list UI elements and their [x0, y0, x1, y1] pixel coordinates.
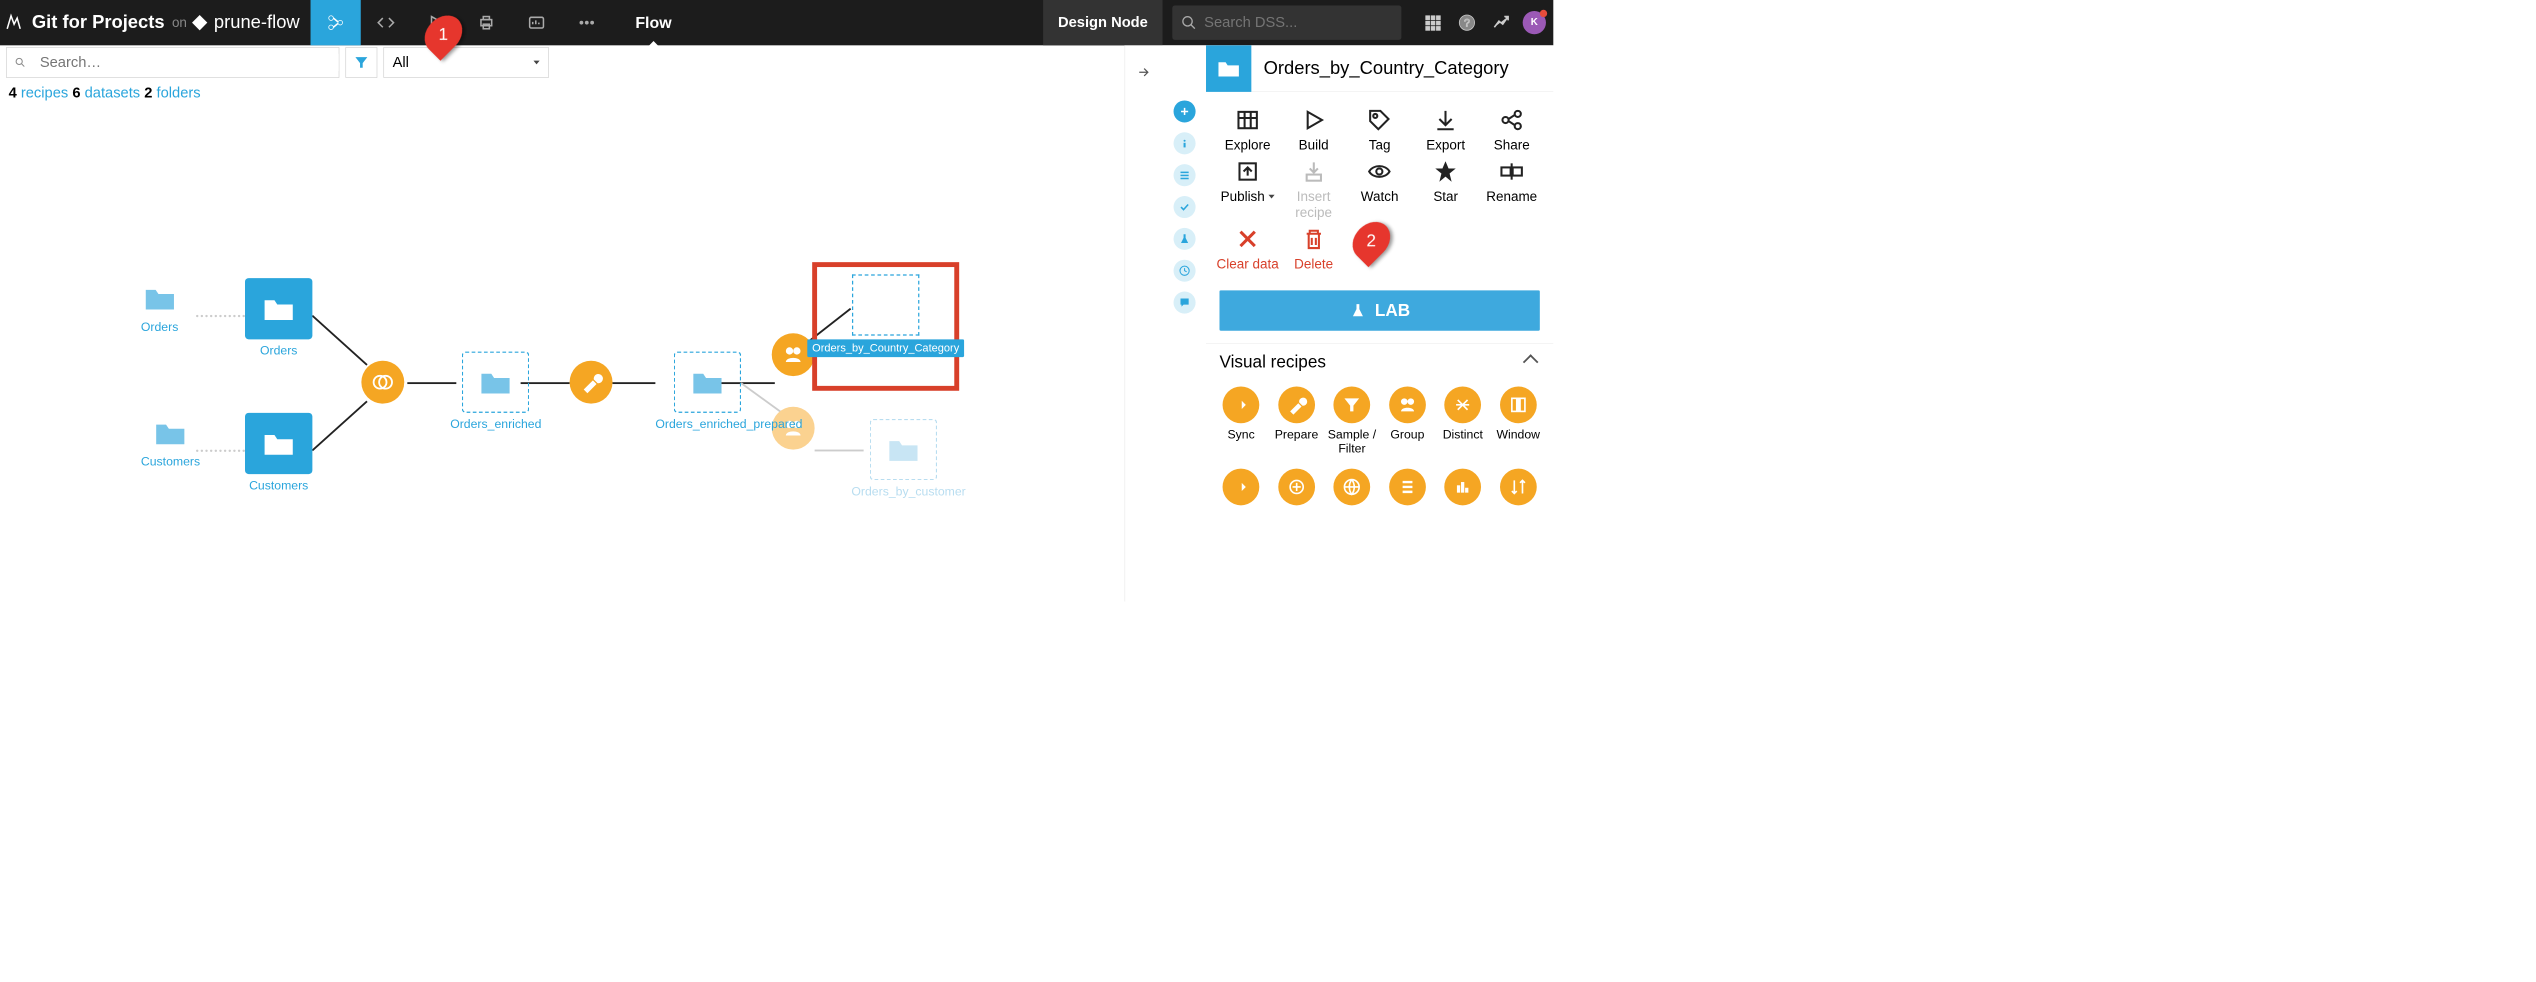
- star-action[interactable]: Star: [1413, 159, 1479, 220]
- node-orders-enriched[interactable]: Orders_enriched: [450, 352, 541, 432]
- filter-button[interactable]: [345, 47, 377, 78]
- spine-check-icon[interactable]: [1174, 196, 1196, 218]
- search-icon: [1181, 15, 1197, 31]
- node-orders-enriched-prepared[interactable]: Orders_enriched_prepared: [655, 352, 759, 432]
- edge: [613, 382, 656, 384]
- recipe-group[interactable]: Group: [1380, 386, 1435, 456]
- explore-action[interactable]: Explore: [1215, 108, 1281, 153]
- spine-history-icon[interactable]: [1174, 260, 1196, 282]
- apps-icon[interactable]: [1423, 13, 1441, 31]
- edge: [196, 315, 245, 317]
- svg-text:?: ?: [1464, 17, 1470, 29]
- recipe-window[interactable]: Window: [1491, 386, 1546, 456]
- publish-action[interactable]: Publish: [1215, 159, 1281, 220]
- visual-recipes-header[interactable]: Visual recipes: [1206, 343, 1553, 380]
- recipes-link[interactable]: recipes: [21, 85, 68, 102]
- callout-2: 2: [1345, 214, 1398, 267]
- clear-data-action[interactable]: Clear data: [1215, 227, 1281, 272]
- right-panel: Orders_by_Country_Category Explore Build…: [1125, 45, 1554, 601]
- recipe-join[interactable]: [361, 361, 404, 404]
- recipe-prepare[interactable]: [570, 361, 613, 404]
- nav-flow-icon[interactable]: [311, 0, 361, 45]
- node-orders-source[interactable]: Orders: [141, 284, 178, 334]
- recipe-extra-4[interactable]: [1380, 469, 1435, 506]
- edge: [312, 401, 368, 452]
- nav-print-icon[interactable]: [461, 0, 511, 45]
- design-node-button[interactable]: Design Node: [1043, 0, 1162, 45]
- insert-recipe-action: Insert recipe: [1281, 159, 1347, 220]
- project-title[interactable]: Git for Projects: [28, 12, 168, 33]
- recipe-distinct[interactable]: Distinct: [1435, 386, 1490, 456]
- delete-action[interactable]: Delete: [1281, 227, 1347, 272]
- node-orders-by-customer[interactable]: Orders_by_customer: [851, 419, 955, 499]
- rename-action[interactable]: Rename: [1479, 159, 1545, 220]
- top-bar: Git for Projects on prune-flow Flow Desi…: [0, 0, 1553, 45]
- collapse-panel-icon[interactable]: [1129, 55, 1160, 89]
- filter-select[interactable]: All: [383, 47, 548, 78]
- spine-lab-icon[interactable]: [1174, 228, 1196, 250]
- spine-comment-icon[interactable]: [1174, 292, 1196, 314]
- recipe-prepare[interactable]: Prepare: [1269, 386, 1324, 456]
- spine-list-icon[interactable]: [1174, 164, 1196, 186]
- flow-canvas[interactable]: Orders Customers Orders Customers Orders…: [0, 107, 1125, 573]
- recipe-extra-2[interactable]: [1269, 469, 1324, 506]
- folder-icon: [1206, 45, 1251, 92]
- node-customers-source[interactable]: Customers: [141, 419, 200, 469]
- filter-value: All: [393, 54, 409, 71]
- app-logo-icon[interactable]: [0, 13, 28, 31]
- chevron-down-icon: [533, 61, 539, 65]
- lab-icon: [1349, 302, 1366, 319]
- flow-search[interactable]: [6, 47, 339, 78]
- node-customers[interactable]: Customers: [245, 413, 312, 493]
- tag-action[interactable]: Tag: [1347, 108, 1413, 153]
- branch-icon: [191, 13, 209, 31]
- visual-recipes-grid-row2: [1206, 462, 1553, 511]
- recipe-extra-1[interactable]: [1213, 469, 1268, 506]
- spine-add-icon[interactable]: [1174, 100, 1196, 122]
- node-orders[interactable]: Orders: [245, 278, 312, 358]
- global-search[interactable]: [1172, 6, 1401, 40]
- help-icon[interactable]: ?: [1458, 13, 1476, 31]
- panel-actions: Explore Build Tag Export Share Publish I…: [1206, 92, 1553, 278]
- export-action[interactable]: Export: [1413, 108, 1479, 153]
- panel-spine: [1163, 45, 1206, 601]
- nav-dashboard-icon[interactable]: [512, 0, 562, 45]
- recipe-sample-filter[interactable]: Sample / Filter: [1324, 386, 1379, 456]
- spine-info-icon[interactable]: [1174, 132, 1196, 154]
- search-icon: [7, 56, 34, 68]
- recipe-extra-6[interactable]: [1491, 469, 1546, 506]
- recipe-extra-3[interactable]: [1324, 469, 1379, 506]
- recipe-extra-5[interactable]: [1435, 469, 1490, 506]
- share-action[interactable]: Share: [1479, 108, 1545, 153]
- build-action[interactable]: Build: [1281, 108, 1347, 153]
- watch-action[interactable]: Watch: [1347, 159, 1413, 220]
- branch-name[interactable]: prune-flow: [214, 12, 311, 33]
- on-label: on: [168, 15, 190, 31]
- lab-button[interactable]: LAB: [1219, 290, 1539, 330]
- nav-more-icon[interactable]: [562, 0, 612, 45]
- global-search-input[interactable]: [1197, 14, 1394, 31]
- panel-title: Orders_by_Country_Category: [1251, 58, 1508, 79]
- nav-code-icon[interactable]: [361, 0, 411, 45]
- edge: [407, 382, 456, 384]
- panel-header: Orders_by_Country_Category: [1206, 45, 1553, 92]
- flow-tab-label[interactable]: Flow: [624, 13, 682, 32]
- user-avatar[interactable]: K: [1523, 11, 1546, 34]
- flow-search-input[interactable]: [34, 54, 339, 71]
- visual-recipes-grid: Sync Prepare Sample / Filter Group Disti…: [1206, 380, 1553, 462]
- edge: [196, 450, 245, 452]
- recipe-sync[interactable]: Sync: [1213, 386, 1268, 456]
- node-orders-by-country-category[interactable]: Orders_by_Country_Category: [812, 262, 959, 391]
- chevron-up-icon: [1523, 354, 1539, 370]
- edge: [312, 315, 368, 366]
- activity-icon[interactable]: [1492, 13, 1510, 31]
- datasets-link[interactable]: datasets: [85, 85, 141, 102]
- folders-link[interactable]: folders: [157, 85, 201, 102]
